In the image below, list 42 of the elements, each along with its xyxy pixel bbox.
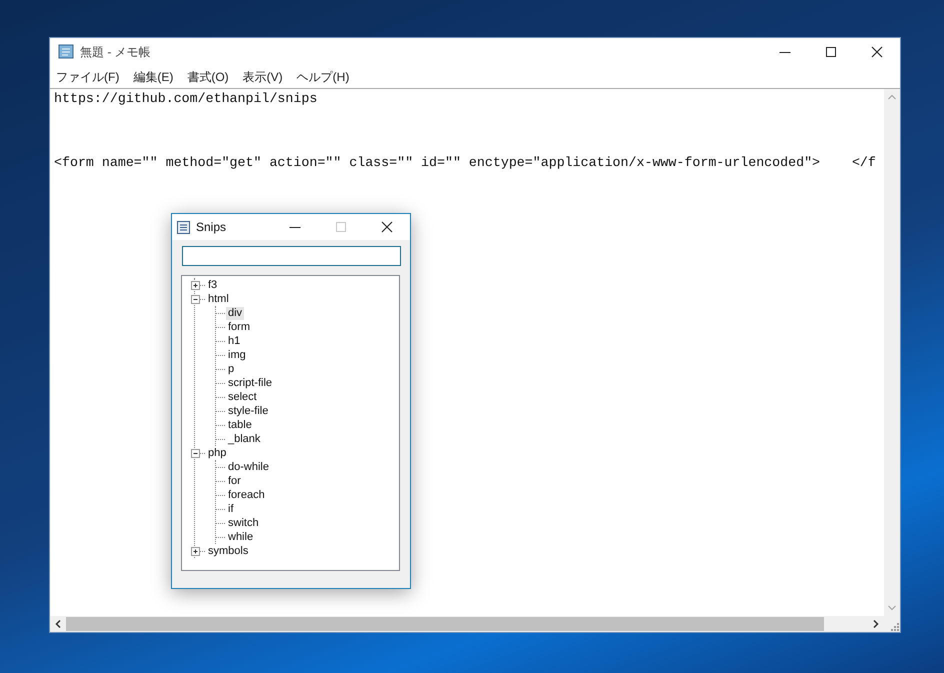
scrollbar-thumb[interactable] bbox=[66, 617, 824, 631]
collapse-icon[interactable] bbox=[191, 448, 200, 458]
menu-item[interactable]: 書式(O) bbox=[187, 68, 229, 86]
tree-item[interactable]: _blank bbox=[226, 432, 262, 446]
tree-item[interactable]: table bbox=[226, 418, 254, 432]
menu-item[interactable]: ファイル(F) bbox=[56, 68, 120, 86]
expand-icon[interactable] bbox=[191, 280, 200, 290]
tree-item[interactable]: for bbox=[226, 474, 243, 488]
text-line: <form name="" method="get" action="" class="" id="" enctype="application/x-www-form-urlencoded"> </f bbox=[54, 155, 877, 171]
tree-item[interactable]: foreach bbox=[226, 488, 267, 502]
text-line: https://github.com/ethanpil/snips bbox=[54, 91, 318, 107]
tree-item[interactable]: html bbox=[206, 292, 231, 306]
menu-item[interactable]: 表示(V) bbox=[242, 68, 283, 86]
search-field[interactable] bbox=[182, 246, 401, 266]
tree-item[interactable]: if bbox=[226, 502, 236, 516]
list-icon bbox=[176, 220, 191, 234]
expand-icon[interactable] bbox=[191, 546, 200, 556]
tree-item[interactable]: f3 bbox=[206, 278, 220, 292]
tree-item[interactable]: img bbox=[226, 348, 248, 362]
tree-item[interactable]: script-file bbox=[226, 376, 274, 390]
collapse-icon[interactable] bbox=[191, 294, 200, 304]
maximize-icon bbox=[825, 46, 837, 58]
tree-item[interactable]: form bbox=[226, 320, 252, 334]
tree-item[interactable]: h1 bbox=[226, 334, 242, 348]
window-title: 無題 - メモ帳 bbox=[80, 44, 152, 60]
tree-item[interactable]: symbols bbox=[206, 544, 250, 558]
tree-item[interactable]: do-while bbox=[226, 460, 271, 474]
menu-item[interactable]: 編集(E) bbox=[133, 68, 174, 86]
maximize-icon bbox=[335, 221, 347, 233]
window-title: Snips bbox=[196, 220, 228, 234]
close-icon bbox=[381, 221, 393, 233]
resize-grip-icon[interactable] bbox=[889, 621, 900, 632]
notepad-icon bbox=[58, 44, 74, 60]
tree-item[interactable]: while bbox=[226, 530, 256, 544]
tree-item[interactable]: switch bbox=[226, 516, 261, 530]
tree-item[interactable]: div bbox=[226, 306, 244, 320]
close-icon bbox=[871, 46, 883, 58]
tree-item[interactable]: php bbox=[206, 446, 228, 460]
menu-item[interactable]: ヘルプ(H) bbox=[296, 68, 350, 86]
tree-item[interactable]: p bbox=[226, 362, 236, 376]
tree-item[interactable]: style-file bbox=[226, 404, 270, 418]
tree-item[interactable]: select bbox=[226, 390, 259, 404]
